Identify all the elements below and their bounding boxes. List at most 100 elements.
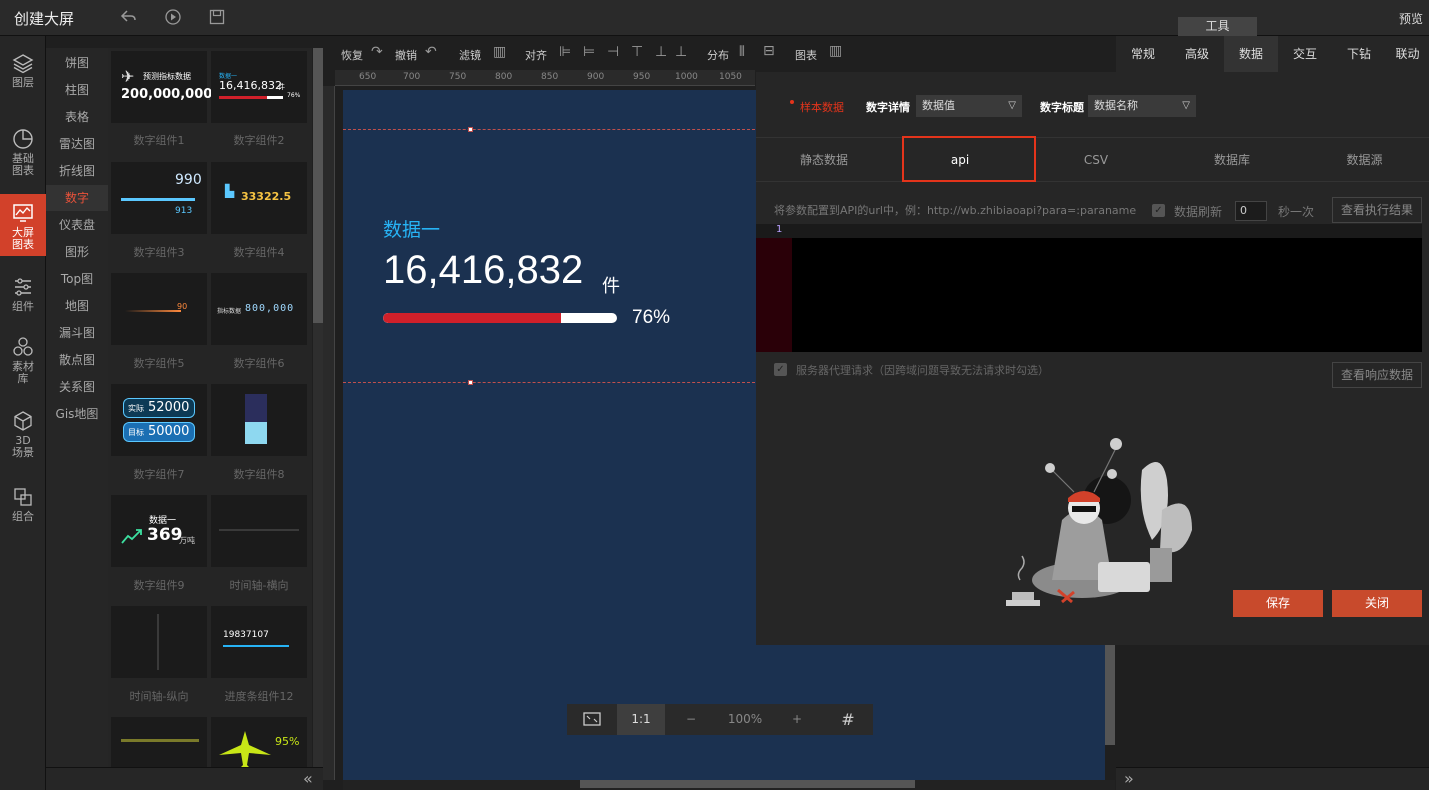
- chart-button[interactable]: 图表: [795, 47, 817, 63]
- component-tile[interactable]: [111, 717, 207, 768]
- component-scrollbar-thumb[interactable]: [313, 48, 323, 323]
- collapse-right-icon[interactable]: »: [1124, 769, 1134, 788]
- save-icon[interactable]: [207, 8, 227, 28]
- building-icon: ▙: [225, 184, 235, 198]
- bar-chart-icon[interactable]: ▥: [493, 44, 506, 60]
- align-left-icon[interactable]: ⊫: [559, 44, 571, 60]
- category-item[interactable]: 地图: [46, 293, 108, 319]
- distribute-vertical-icon[interactable]: ⊟: [763, 43, 775, 59]
- component-tile[interactable]: ✈ 预测指标数据 200,000,000: [111, 51, 212, 123]
- resize-handle[interactable]: [468, 127, 473, 132]
- component-tile[interactable]: 数据一 369 万吨: [111, 495, 207, 567]
- tools-tab[interactable]: 工具: [1178, 17, 1257, 36]
- canvas-vertical-scrollbar[interactable]: [1105, 645, 1115, 745]
- resize-handle[interactable]: [468, 380, 473, 385]
- distribute-button[interactable]: 分布: [707, 47, 729, 63]
- category-item[interactable]: 关系图: [46, 374, 108, 400]
- nav-combine[interactable]: 组合: [0, 486, 46, 532]
- category-item[interactable]: 折线图: [46, 158, 108, 184]
- redo-icon[interactable]: ↷: [371, 44, 383, 60]
- component-tile[interactable]: 19837107: [211, 606, 307, 678]
- category-item[interactable]: 图形: [46, 239, 108, 265]
- component-tile[interactable]: 95%: [211, 717, 307, 768]
- category-item[interactable]: 饼图: [46, 50, 108, 76]
- align-top-icon[interactable]: ⊤: [631, 44, 643, 60]
- view-result-button[interactable]: 查看执行结果: [1332, 197, 1422, 223]
- align-button[interactable]: 对齐: [525, 47, 547, 63]
- category-item[interactable]: 漏斗图: [46, 320, 108, 346]
- category-item[interactable]: 柱图: [46, 77, 108, 103]
- canvas-horizontal-scrollbar-thumb[interactable]: [580, 780, 915, 788]
- component-label: 数字组件8: [233, 468, 285, 481]
- nav-materials[interactable]: 素材库: [0, 336, 46, 396]
- nav-layers-label: 图层: [12, 76, 34, 89]
- api-url-editor[interactable]: 1: [756, 224, 1422, 352]
- ruler-tick: 950: [633, 72, 651, 82]
- zoom-out-button[interactable]: −: [671, 704, 711, 735]
- category-item[interactable]: 雷达图: [46, 131, 108, 157]
- tab-database[interactable]: 数据库: [1164, 138, 1300, 182]
- tab-linkage[interactable]: 联动: [1386, 36, 1429, 72]
- proxy-checkbox[interactable]: ✓: [774, 363, 787, 376]
- tab-general[interactable]: 常规: [1116, 36, 1170, 72]
- back-icon[interactable]: [118, 8, 138, 28]
- tile-preview-value: 33322.5: [241, 190, 292, 203]
- align-center-icon[interactable]: ⊨: [583, 44, 595, 60]
- preview-button[interactable]: 预览: [1399, 10, 1423, 27]
- component-tile[interactable]: 990 913: [111, 162, 207, 234]
- component-tile[interactable]: 90: [111, 273, 207, 345]
- filter-button[interactable]: 滤镜: [459, 47, 481, 63]
- title-select[interactable]: 数据名称 ▽: [1088, 95, 1196, 117]
- component-tile[interactable]: 指标数据 800,000: [211, 273, 307, 345]
- fit-screen-icon[interactable]: [567, 704, 617, 735]
- undo-button[interactable]: 撤销: [395, 47, 417, 63]
- align-right-icon[interactable]: ⊣: [607, 44, 619, 60]
- category-item[interactable]: Gis地图: [46, 401, 108, 427]
- component-tile[interactable]: ▙ 33322.5: [211, 162, 307, 234]
- close-button[interactable]: 关闭: [1332, 590, 1422, 617]
- redo-button[interactable]: 恢复: [341, 47, 363, 63]
- tab-datasource[interactable]: 数据源: [1300, 138, 1429, 182]
- zoom-bar: 1:1 − 100% + #: [567, 704, 873, 735]
- category-item[interactable]: 表格: [46, 104, 108, 130]
- nav-3d-scene[interactable]: 3D场景: [0, 410, 46, 466]
- component-tile[interactable]: [111, 606, 207, 678]
- save-button[interactable]: 保存: [1233, 590, 1323, 617]
- align-middle-icon[interactable]: ⊥: [655, 44, 667, 60]
- detail-select[interactable]: 数据值 ▽: [916, 95, 1022, 117]
- chart-icon[interactable]: ▥: [829, 43, 842, 59]
- component-tile[interactable]: [211, 495, 307, 567]
- tile-preview-value: 90: [177, 302, 188, 311]
- category-item[interactable]: Top图: [46, 266, 108, 292]
- distribute-icon[interactable]: ⫴: [739, 44, 745, 60]
- refresh-interval-input[interactable]: 0: [1235, 201, 1267, 221]
- view-response-button[interactable]: 查看响应数据: [1332, 362, 1422, 388]
- nav-screen-charts[interactable]: 大屏图表: [0, 194, 46, 256]
- play-icon[interactable]: [163, 8, 183, 28]
- component-tile[interactable]: 实际 52000 目标 50000: [111, 384, 207, 456]
- align-bottom-icon[interactable]: ⊥: [675, 44, 687, 60]
- component-tile[interactable]: [211, 384, 307, 456]
- category-list: 饼图 柱图 表格 雷达图 折线图 数字 仪表盘 图形 Top图 地图 漏斗图 散…: [46, 48, 108, 768]
- tab-static-data[interactable]: 静态数据: [756, 138, 892, 182]
- grid-icon[interactable]: #: [823, 704, 873, 735]
- zoom-in-button[interactable]: +: [777, 704, 817, 735]
- actual-size-button[interactable]: 1:1: [617, 704, 665, 735]
- nav-components[interactable]: 组件: [0, 276, 46, 322]
- component-tile[interactable]: 数据一 16,416,832 件 76%: [211, 51, 307, 123]
- tab-data[interactable]: 数据: [1224, 36, 1278, 72]
- category-item[interactable]: 仪表盘: [46, 212, 108, 238]
- refresh-checkbox[interactable]: ✓: [1152, 204, 1165, 217]
- nav-basic-charts[interactable]: 基础图表: [0, 128, 46, 184]
- nav-layers[interactable]: 图层: [0, 52, 46, 98]
- undo-icon[interactable]: ↶: [425, 44, 437, 60]
- tab-interaction[interactable]: 交互: [1278, 36, 1332, 72]
- toolbar-extra: ⊟ 图表 ▥: [763, 43, 863, 67]
- tab-advanced[interactable]: 高级: [1170, 36, 1224, 72]
- tab-drilldown[interactable]: 下钻: [1332, 36, 1386, 72]
- tab-csv[interactable]: CSV: [1028, 138, 1164, 182]
- collapse-left-icon[interactable]: «: [303, 769, 313, 788]
- category-item-active[interactable]: 数字: [46, 185, 108, 211]
- category-item[interactable]: 散点图: [46, 347, 108, 373]
- sample-data-label[interactable]: 样本数据: [800, 99, 844, 115]
